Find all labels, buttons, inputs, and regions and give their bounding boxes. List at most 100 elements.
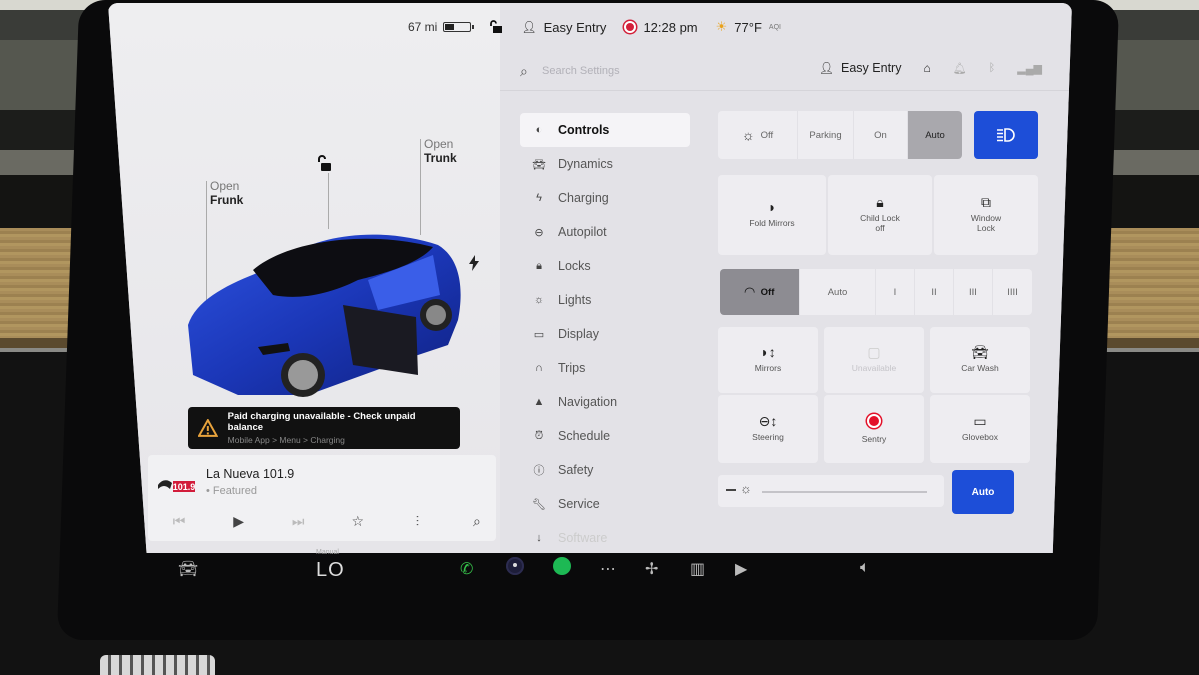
notification-bell-icon[interactable]: 🔔︎ [953,62,967,75]
wipers-speed-3-option[interactable]: III [954,269,993,315]
spotify-icon[interactable] [553,557,571,575]
driver-profile[interactable]: 👤︎ Easy Entry [521,20,606,35]
glovebox-button[interactable]: ▭ Glovebox [930,395,1030,463]
clock: 12:28 pm [624,19,698,35]
search-settings-input[interactable] [542,61,742,81]
sentry-button[interactable]: Sentry [824,395,924,463]
warning-icon [198,419,218,437]
auto-label: Auto [971,486,995,498]
status-unlock-icon[interactable] [489,20,503,34]
car-wash-button[interactable]: 🚘︎ Car Wash [930,327,1030,393]
tile-sublabel: Lock [977,223,995,233]
car-wash-icon: 🚘︎ [971,344,989,360]
header-profile-name: Easy Entry [841,61,902,75]
open-trunk-button[interactable]: Open Trunk [424,137,457,165]
wipers-speed-1-option[interactable]: I [876,269,915,315]
favorite-star-icon[interactable]: ☆ [347,513,369,530]
toggle-icon: ◐ [535,124,543,136]
nav-item-lights[interactable]: ☼ Lights [520,283,690,317]
charge-port-icon[interactable] [468,255,480,271]
nav-label: Controls [558,123,610,137]
more-apps-icon[interactable]: ⋯ [600,559,616,579]
car-icon: 🚘︎ [532,158,546,171]
wipers-off-option[interactable]: ◠ Off [720,269,800,315]
camera-icon[interactable] [506,557,524,575]
nav-item-dynamics[interactable]: 🚘︎ Dynamics [520,147,690,181]
mirrors-adjust-button[interactable]: ◗↕ Mirrors [718,327,818,393]
tile-label: Fold Mirrors [749,218,795,228]
frunk-action: Open [210,179,240,193]
nav-item-charging[interactable]: ϟ Charging [520,181,690,215]
media-search-icon[interactable]: ⌕ [466,513,488,530]
station-source-label: Featured [212,485,257,497]
header-person-icon: 👤︎ [818,61,835,75]
nav-item-navigation[interactable]: ▲ Navigation [520,385,690,419]
nav-label: Software [558,531,608,545]
battery-range[interactable]: 67 mi [408,20,475,34]
nav-item-display[interactable]: ▭ Display [520,317,690,351]
unlock-icon[interactable] [316,155,334,173]
nav-item-service[interactable]: 🔧︎ Service [520,487,690,521]
time-text: 12:28 pm [643,19,698,35]
station-source: • Featured [206,485,257,497]
minus-icon [726,489,736,491]
charging-alert-banner[interactable]: Paid charging unavailable - Check unpaid… [188,407,460,449]
nav-item-safety[interactable]: ⓘ Safety [520,453,690,487]
headlights-on-option[interactable]: On [854,111,908,159]
profile-name: Easy Entry [543,19,607,35]
touchscreen: Open Frunk Open Trunk Paid charging unav… [108,3,1072,553]
steering-wheel-adjust-icon: ⊖↕ [758,413,778,429]
range-text: 67 mi [408,20,438,34]
fold-mirrors-button[interactable]: ◗ Fold Mirrors [718,175,826,255]
car-controls-icon[interactable]: 🚘︎ [178,559,198,579]
wipers-auto-option[interactable]: Auto [800,269,876,315]
headlights-off-option[interactable]: ☼ Off [718,111,798,159]
brightness-auto-button[interactable]: Auto [952,470,1014,514]
previous-track-icon[interactable]: ⏮ [168,513,190,530]
bottom-dock: 🚘︎ Manual LO ✆ ⋯ ✢ ▥ ▶ 🔈︎ [150,545,1040,595]
dashcam-record-icon[interactable] [624,21,637,33]
wipers-selector: ◠ Off Auto I II III IIII [720,269,1032,315]
wipers-speed-2-option[interactable]: II [915,269,954,315]
fan-icon[interactable]: ✢ [645,559,658,579]
nav-item-autopilot[interactable]: ⊖ Autopilot [520,215,690,249]
headlights-parking-option[interactable]: Parking [798,111,854,159]
nav-item-schedule[interactable]: ⏰︎ Schedule [520,419,690,453]
phone-icon[interactable]: ✆ [460,559,473,579]
child-lock-button[interactable]: 🔒︎ Child Lock off [828,175,932,255]
display-brightness-slider[interactable]: ☼ [718,475,944,507]
car-image [188,234,461,397]
tile-label: Mirrors [754,363,782,373]
wipers-speed-4-option[interactable]: IIII [993,269,1032,315]
nav-item-trips[interactable]: ∩ Trips [520,351,690,385]
settings-panel: ⌕ 👤︎ Easy Entry ⌂ 🔔︎ ᛒ ▂▄▆ ◐ Controls 🚘︎ D… [500,3,1072,553]
trunk-label: Trunk [424,151,457,165]
trunk-action: Open [424,137,454,151]
steering-adjust-button[interactable]: ⊖↕ Steering [718,395,818,463]
media-player: 101.9 La Nueva 101.9 • Featured ⏮ ▶ ⏭ ☆ … [148,455,496,541]
nav-item-controls[interactable]: ◐ Controls [520,113,690,147]
play-icon[interactable]: ▶ [228,513,250,530]
headlights-auto-option[interactable]: Auto [908,111,962,159]
settings-nav: ◐ Controls 🚘︎ Dynamics ϟ Charging ⊖ Autopilo… [520,113,690,553]
header-profile[interactable]: 👤︎ Easy Entry [819,61,902,75]
volume-icon[interactable]: 🔈︎ [860,559,870,577]
option-label: III [969,286,977,298]
auto-high-beam-button[interactable] [974,111,1038,159]
temperature-text: 77°F [734,19,762,35]
homelink-icon[interactable]: ⌂ [923,61,930,75]
toybox-icon[interactable]: ▥ [690,559,705,579]
next-track-icon[interactable]: ⏭ [287,513,309,530]
light-icon: ☼ [533,294,545,306]
window-lock-button[interactable]: ⧉ Window Lock [934,175,1038,255]
bluetooth-icon[interactable]: ᛒ [989,62,996,74]
brightness-track[interactable] [762,491,927,493]
theater-icon[interactable]: ▶ [735,559,747,579]
alarm-icon: ⏰︎ [534,429,544,442]
nav-item-locks[interactable]: 🔒︎ Locks [520,249,690,283]
open-frunk-button[interactable]: Open Frunk [210,179,243,207]
unavailable-button: ▢ Unavailable [824,327,924,393]
equalizer-icon[interactable]: ⫶ [406,513,428,530]
climate-temperature[interactable]: LO [316,559,345,582]
steering-wheel-icon: ⊖ [534,226,544,239]
